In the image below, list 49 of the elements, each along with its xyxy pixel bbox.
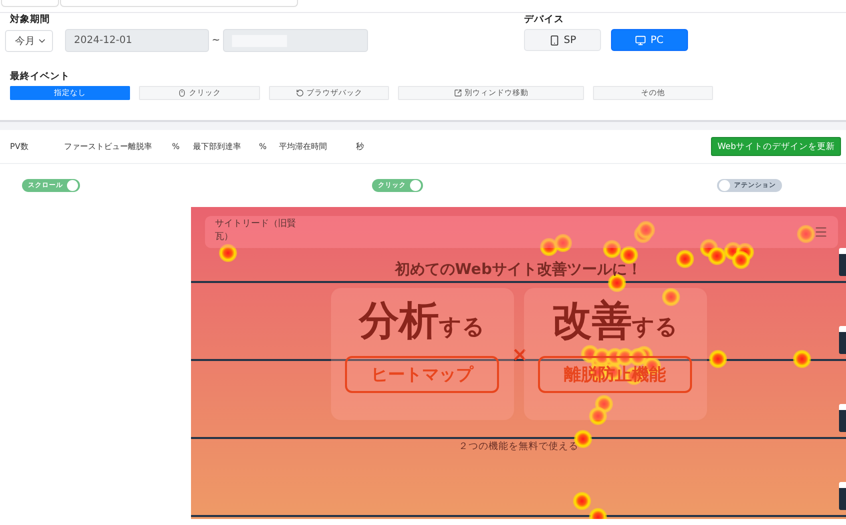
last-event-label: 最終イベント (9, 70, 71, 84)
click-heatmap-spot (629, 348, 647, 366)
period-select[interactable]: 今月 (5, 30, 53, 52)
device-button[interactable]: SP (524, 29, 601, 51)
click-heatmap-spot (554, 234, 572, 252)
stat-label: ファーストビュー離脱率 (64, 141, 153, 152)
scroll-depth-marker (839, 404, 846, 432)
menu-icon[interactable] (814, 225, 828, 239)
feature-title: 分析する (359, 302, 485, 340)
monitor-icon (635, 34, 646, 46)
undo-icon (296, 89, 304, 97)
start-date-field[interactable]: 2024-12-01 (65, 29, 209, 52)
click-heatmap-spot (540, 238, 558, 256)
click-heatmap-spot (608, 274, 626, 292)
broken-logo-alt-text: サイトリード（旧賢瓦） (215, 218, 297, 244)
scroll-depth-marker (839, 248, 846, 276)
external-link-icon (454, 89, 462, 97)
scroll-depth-marker (839, 326, 846, 354)
click-heatmap-spot (793, 350, 811, 368)
click-heatmap-spot (676, 250, 694, 268)
click-heatmap-spot (662, 288, 680, 306)
input-field[interactable] (1, 0, 59, 7)
stat-label: PV数 (10, 141, 30, 152)
click-heatmap-spot (797, 225, 815, 243)
click-heatmap-spot (709, 350, 727, 368)
end-date-field[interactable] (223, 29, 368, 52)
range-separator: ~ (210, 35, 222, 46)
update-design-button[interactable]: Webサイトのデザインを更新 (711, 137, 841, 156)
device-label: デバイス (524, 13, 565, 27)
click-heatmap-spot (708, 247, 726, 265)
click-heatmap-spot (589, 407, 607, 425)
stat-label: 平均滞在時間 (279, 141, 328, 152)
click-heatmap-spot (732, 251, 750, 269)
scroll-depth-marker (839, 482, 846, 510)
click-heatmap-spot (620, 246, 638, 264)
click-heatmap-spot (637, 221, 655, 239)
smartphone-icon (548, 34, 560, 46)
hero-heading: 初めてのWebサイト改善ツールに！ (395, 260, 642, 279)
stat-unit: % (172, 142, 181, 151)
click-heatmap-spot (219, 244, 237, 262)
device-button[interactable]: PC (611, 29, 688, 51)
input-field[interactable] (60, 0, 298, 7)
mouse-icon (178, 89, 186, 97)
click-heatmap-spot (603, 240, 621, 258)
feature-note: ２つの機能を無料で使える (458, 440, 578, 453)
stat-label: 最下部到達率 (193, 141, 242, 152)
stat-unit: % (259, 142, 268, 151)
stat-unit: 秒 (356, 141, 365, 152)
period-label: 対象期間 (8, 13, 51, 27)
